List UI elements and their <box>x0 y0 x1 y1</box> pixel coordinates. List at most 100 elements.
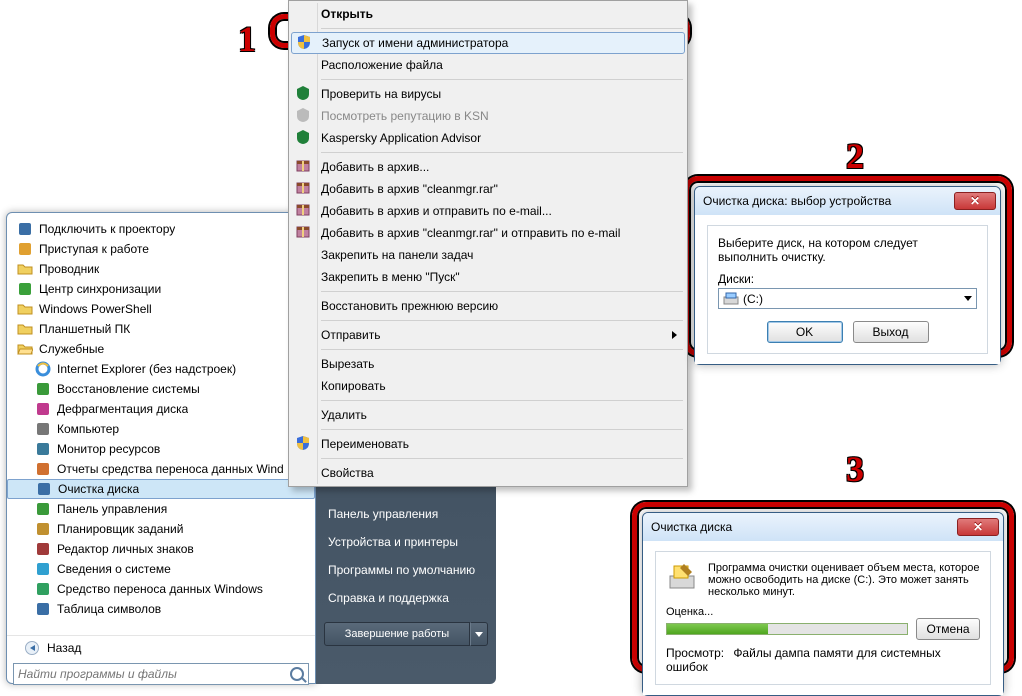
context-menu-item[interactable]: Добавить в архив "cleanmgr.rar" <box>291 178 685 200</box>
kasp-g-icon <box>295 107 313 125</box>
context-menu-item-label: Проверить на вирусы <box>321 87 677 101</box>
context-menu-separator <box>321 28 683 29</box>
context-menu-item[interactable]: Восстановить прежнюю версию <box>291 295 685 317</box>
context-menu-item[interactable]: Закрепить на панели задач <box>291 244 685 266</box>
blank-icon <box>295 377 313 395</box>
right-panel-item[interactable]: Устройства и принтеры <box>316 528 496 556</box>
dialog-titlebar[interactable]: Очистка диска: выбор устройства ✕ <box>695 187 1000 215</box>
start-menu-item[interactable]: Отчеты средства переноса данных Wind <box>7 459 315 479</box>
annotation-1: 1 <box>238 18 256 60</box>
sync-icon <box>17 281 33 297</box>
context-menu-item[interactable]: Копировать <box>291 375 685 397</box>
blank-icon <box>295 5 313 23</box>
context-menu-item[interactable]: Удалить <box>291 404 685 426</box>
context-menu-item[interactable]: Открыть <box>291 3 685 25</box>
search-input[interactable] <box>18 667 290 681</box>
exit-button[interactable]: Выход <box>853 321 929 343</box>
cancel-button[interactable]: Отмена <box>916 618 980 640</box>
context-menu-item[interactable]: Добавить в архив... <box>291 156 685 178</box>
start-menu-item[interactable]: Служебные <box>7 339 315 359</box>
blank-icon <box>295 297 313 315</box>
start-menu-item[interactable]: Internet Explorer (без надстроек) <box>7 359 315 379</box>
start-menu-item-label: Windows PowerShell <box>39 302 152 316</box>
start-menu-item[interactable]: Windows PowerShell <box>7 299 315 319</box>
start-menu-item[interactable]: Панель управления <box>7 499 315 519</box>
start-menu-item[interactable]: Планировщик заданий <box>7 519 315 539</box>
context-menu-item-label: Запуск от имени администратора <box>322 36 676 50</box>
start-menu-item[interactable]: Приступая к работе <box>7 239 315 259</box>
shield-icon <box>296 34 314 52</box>
start-menu-back[interactable]: Назад <box>7 635 315 659</box>
start-menu-item[interactable]: Таблица символов <box>7 599 315 619</box>
start-menu-search[interactable] <box>13 663 309 685</box>
context-menu-item[interactable]: Запуск от имени администратора <box>291 32 685 54</box>
context-menu-separator <box>321 79 683 80</box>
start-menu-item[interactable]: Подключить к проектору <box>7 219 315 239</box>
dialog-title: Очистка диска <box>651 520 957 534</box>
start-menu-item[interactable]: Средство переноса данных Windows <box>7 579 315 599</box>
context-menu-item[interactable]: Добавить в архив и отправить по e-mail..… <box>291 200 685 222</box>
drive-combobox[interactable]: (C:) <box>718 288 977 309</box>
start-menu-item[interactable]: Проводник <box>7 259 315 279</box>
restore-icon <box>35 381 51 397</box>
ok-button[interactable]: OK <box>767 321 843 343</box>
context-menu-item[interactable]: Переименовать <box>291 433 685 455</box>
rar-icon <box>295 224 313 242</box>
context-menu-item-label: Закрепить в меню "Пуск" <box>321 270 677 284</box>
shutdown-button[interactable]: Завершение работы <box>324 622 488 646</box>
flag-icon <box>17 241 33 257</box>
folder-y-icon <box>17 321 33 337</box>
shutdown-arrow-icon[interactable] <box>470 622 488 646</box>
context-menu-item[interactable]: Вырезать <box>291 353 685 375</box>
start-menu-item[interactable]: Восстановление системы <box>7 379 315 399</box>
rar-icon <box>295 180 313 198</box>
context-menu-item[interactable]: Добавить в архив "cleanmgr.rar" и отправ… <box>291 222 685 244</box>
start-menu-item[interactable]: Монитор ресурсов <box>7 439 315 459</box>
context-menu-item[interactable]: Отправить <box>291 324 685 346</box>
start-menu-item-label: Монитор ресурсов <box>57 442 160 456</box>
start-menu-item[interactable]: Сведения о системе <box>7 559 315 579</box>
close-button[interactable]: ✕ <box>954 192 996 210</box>
progress-text: Программа очистки оценивает объем места,… <box>708 562 980 598</box>
context-menu-item[interactable]: Kaspersky Application Advisor <box>291 127 685 149</box>
close-button[interactable]: ✕ <box>957 518 999 536</box>
right-panel-item[interactable]: Панель управления <box>316 500 496 528</box>
dropdown-arrow-icon <box>964 296 972 301</box>
search-icon <box>290 667 304 681</box>
start-menu-item[interactable]: Очистка диска <box>7 479 315 499</box>
annotation-3: 3 <box>846 448 864 490</box>
context-menu-item[interactable]: Расположение файла <box>291 54 685 76</box>
context-menu-item[interactable]: Проверить на вирусы <box>291 83 685 105</box>
start-menu-item[interactable]: Компьютер <box>7 419 315 439</box>
context-menu-item[interactable]: Закрепить в меню "Пуск" <box>291 266 685 288</box>
context-menu-item-label: Свойства <box>321 466 677 480</box>
dialog-titlebar[interactable]: Очистка диска ✕ <box>643 513 1003 541</box>
right-panel-item[interactable]: Справка и поддержка <box>316 584 496 612</box>
context-menu-separator <box>321 400 683 401</box>
drive-icon <box>723 291 739 307</box>
start-menu-item-label: Сведения о системе <box>57 562 171 576</box>
start-menu-item-label: Таблица символов <box>57 602 161 616</box>
pc-icon <box>35 421 51 437</box>
blank-icon <box>295 268 313 286</box>
ie-icon <box>35 361 51 377</box>
blank-icon <box>295 326 313 344</box>
monitor-icon <box>35 441 51 457</box>
kasp-icon <box>295 85 313 103</box>
context-menu-separator <box>321 349 683 350</box>
submenu-arrow-icon <box>672 331 677 339</box>
start-menu-item[interactable]: Дефрагментация диска <box>7 399 315 419</box>
context-menu-item[interactable]: Свойства <box>291 462 685 484</box>
context-menu-item-label: Переименовать <box>321 437 677 451</box>
context-menu: Открыть Запуск от имени администратора Рас… <box>288 0 688 487</box>
start-menu-item[interactable]: Редактор личных знаков <box>7 539 315 559</box>
start-menu-item-label: Средство переноса данных Windows <box>57 582 263 596</box>
report-icon <box>35 461 51 477</box>
start-menu: Подключить к проекторуПриступая к работе… <box>6 212 316 684</box>
start-menu-item[interactable]: Планшетный ПК <box>7 319 315 339</box>
transfer-icon <box>35 581 51 597</box>
start-menu-item-label: Служебные <box>39 342 104 356</box>
start-menu-item-label: Дефрагментация диска <box>57 402 188 416</box>
start-menu-item[interactable]: Центр синхронизации <box>7 279 315 299</box>
right-panel-item[interactable]: Программы по умолчанию <box>316 556 496 584</box>
